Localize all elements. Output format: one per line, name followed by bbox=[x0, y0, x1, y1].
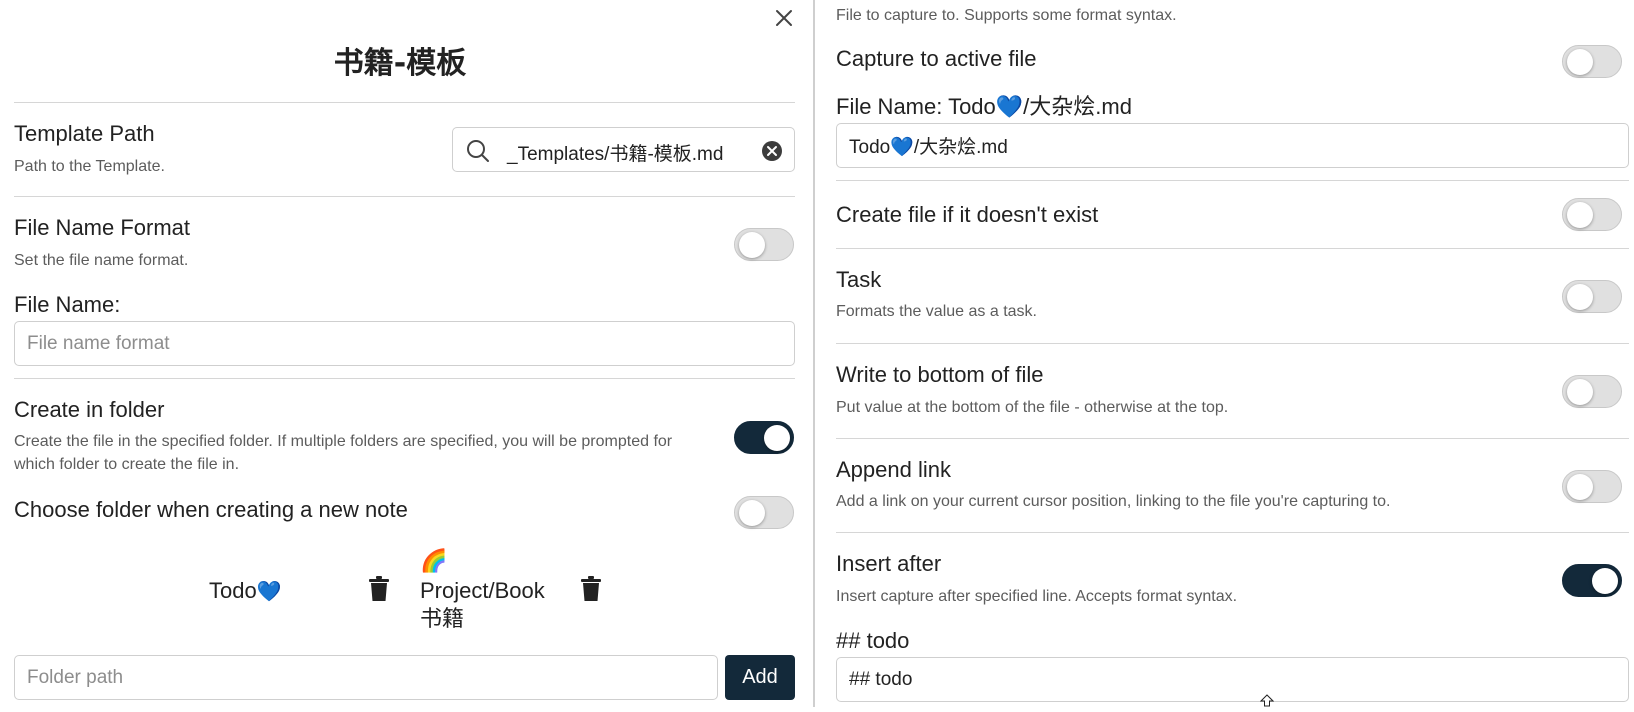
capture-to-desc: File to capture to. Supports some format… bbox=[836, 7, 1177, 24]
page-title: 书籍-模板 bbox=[333, 46, 467, 81]
append-link-desc: Add a link on your current cursor positi… bbox=[836, 493, 1391, 510]
folder-item: Todo💙 bbox=[209, 577, 282, 606]
insert-after-input[interactable]: ## todo bbox=[836, 657, 1629, 702]
task-desc: Formats the value as a task. bbox=[836, 303, 1037, 320]
search-icon bbox=[465, 138, 491, 164]
rainbow-icon: 🌈 bbox=[420, 548, 448, 573]
file-name-placeholder: File name format bbox=[27, 332, 170, 354]
toggle-knob bbox=[1567, 49, 1593, 75]
file-name-value: Todo💙/大杂烩.md bbox=[849, 137, 1008, 158]
file-name-format-desc: Set the file name format. bbox=[14, 252, 189, 269]
file-name-format-toggle[interactable] bbox=[734, 228, 794, 261]
trash-icon[interactable] bbox=[367, 575, 391, 603]
insert-after-value: ## todo bbox=[849, 668, 913, 690]
divider bbox=[836, 180, 1629, 181]
template-path-input[interactable]: _Templates/书籍-模板.md bbox=[452, 127, 795, 172]
folder-item: Project/Book 书籍 bbox=[420, 577, 560, 633]
template-path-name: Template Path bbox=[14, 121, 155, 146]
toggle-knob bbox=[1567, 284, 1593, 310]
append-link-toggle[interactable] bbox=[1562, 470, 1622, 503]
file-name-format-name: File Name Format bbox=[14, 215, 191, 240]
create-in-folder-toggle[interactable] bbox=[734, 421, 794, 454]
template-path-value: _Templates/书籍-模板.md bbox=[507, 144, 724, 165]
toggle-knob bbox=[1567, 202, 1593, 228]
clear-icon[interactable] bbox=[761, 140, 783, 162]
create-in-folder-desc: Create the file in the specified folder.… bbox=[14, 433, 673, 473]
heart-icon: 💙 bbox=[256, 581, 282, 603]
right-panel: File to capture to. Supports some format… bbox=[820, 0, 1634, 707]
add-folder-button[interactable]: Add bbox=[725, 655, 795, 700]
choose-folder-name: Choose folder when creating a new note bbox=[14, 497, 408, 522]
file-name-label: File Name: bbox=[14, 292, 121, 317]
divider bbox=[836, 438, 1629, 439]
divider bbox=[14, 102, 795, 103]
file-name-input[interactable]: File name format bbox=[14, 321, 795, 366]
task-toggle[interactable] bbox=[1562, 280, 1622, 313]
folder-path-input[interactable]: Folder path bbox=[14, 655, 718, 700]
toggle-knob bbox=[1567, 474, 1593, 500]
divider bbox=[836, 248, 1629, 249]
cursor-icon bbox=[1259, 694, 1275, 707]
toggle-knob bbox=[739, 500, 765, 526]
insert-after-label: ## todo bbox=[836, 628, 910, 653]
task-name: Task bbox=[836, 267, 882, 292]
divider bbox=[836, 343, 1629, 344]
insert-after-toggle[interactable] bbox=[1562, 564, 1622, 597]
write-bottom-toggle[interactable] bbox=[1562, 375, 1622, 408]
folder-item-label: Todo bbox=[209, 578, 257, 603]
divider bbox=[14, 378, 795, 379]
write-bottom-desc: Put value at the bottom of the file - ot… bbox=[836, 399, 1229, 416]
capture-active-name: Capture to active file bbox=[836, 46, 1037, 71]
toggle-knob bbox=[1567, 379, 1593, 405]
choose-folder-toggle[interactable] bbox=[734, 496, 794, 529]
file-name-input[interactable]: Todo💙/大杂烩.md bbox=[836, 123, 1629, 168]
left-modal: 书籍-模板 Template Path Path to the Template… bbox=[0, 0, 800, 707]
create-file-toggle[interactable] bbox=[1562, 198, 1622, 231]
divider bbox=[836, 532, 1629, 533]
trash-icon[interactable] bbox=[579, 575, 603, 603]
create-file-name: Create file if it doesn't exist bbox=[836, 202, 1099, 227]
write-bottom-name: Write to bottom of file bbox=[836, 362, 1044, 387]
folder-item-label: Project/Book 书籍 bbox=[420, 578, 545, 631]
close-icon[interactable] bbox=[772, 6, 796, 30]
create-in-folder-name: Create in folder bbox=[14, 397, 165, 422]
toggle-knob bbox=[739, 232, 765, 258]
append-link-name: Append link bbox=[836, 457, 951, 482]
folder-path-placeholder: Folder path bbox=[27, 666, 124, 688]
file-name-label: File Name: Todo💙/大杂烩.md bbox=[836, 94, 1132, 119]
toggle-knob bbox=[1592, 568, 1618, 594]
panel-divider bbox=[813, 0, 815, 707]
divider bbox=[14, 196, 795, 197]
capture-active-toggle[interactable] bbox=[1562, 45, 1622, 78]
insert-after-name: Insert after bbox=[836, 551, 942, 576]
template-path-desc: Path to the Template. bbox=[14, 158, 165, 175]
insert-after-desc: Insert capture after specified line. Acc… bbox=[836, 588, 1238, 605]
toggle-knob bbox=[764, 425, 790, 451]
